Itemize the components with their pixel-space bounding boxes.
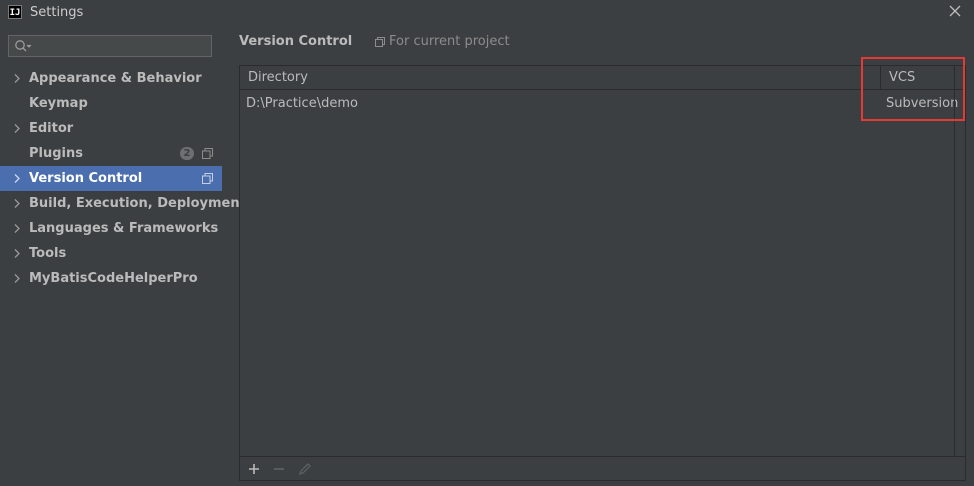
chevron-right-icon[interactable] xyxy=(12,166,22,191)
updates-count-badge: 2 xyxy=(180,147,194,160)
add-button[interactable] xyxy=(246,461,262,477)
sidebar-item-version-control[interactable]: Version Control xyxy=(0,166,222,191)
edit-button[interactable] xyxy=(297,461,313,477)
chevron-right-icon[interactable] xyxy=(12,191,22,216)
settings-sidebar: Appearance & Behavior Keymap Editor Plug… xyxy=(0,24,246,486)
search-field[interactable] xyxy=(8,35,212,57)
vcs-mappings-table: Directory VCS D:\Practice\demo Subversio… xyxy=(239,65,966,481)
sidebar-item-plugins[interactable]: Plugins 2 xyxy=(0,141,222,166)
page-title: Version Control xyxy=(239,34,353,49)
header-divider xyxy=(954,66,955,89)
chevron-right-icon[interactable] xyxy=(12,116,22,141)
chevron-right-icon[interactable] xyxy=(12,66,22,91)
sidebar-item-label: Languages & Frameworks xyxy=(29,221,219,236)
sidebar-item-label: MyBatisCodeHelperPro xyxy=(29,271,198,286)
remove-icon xyxy=(274,468,284,470)
edit-icon xyxy=(299,463,311,475)
column-divider xyxy=(954,90,955,456)
search-icon xyxy=(15,40,32,52)
sidebar-item-appearance-behavior[interactable]: Appearance & Behavior xyxy=(0,66,222,91)
close-button[interactable] xyxy=(946,2,964,20)
chevron-right-icon[interactable] xyxy=(12,216,22,241)
sidebar-item-keymap[interactable]: Keymap xyxy=(0,91,222,116)
close-icon xyxy=(949,5,961,17)
chevron-right-icon[interactable] xyxy=(12,241,22,266)
sidebar-item-label: Keymap xyxy=(29,96,88,111)
sidebar-item-label: Plugins xyxy=(29,146,83,161)
scope-indicator: For current project xyxy=(375,34,510,49)
app-icon-text: IJ xyxy=(9,8,21,18)
sidebar-item-tools[interactable]: Tools xyxy=(0,241,222,266)
sidebar-item-languages-frameworks[interactable]: Languages & Frameworks xyxy=(0,216,222,241)
title-bar: IJ Settings xyxy=(0,0,974,24)
column-header-vcs[interactable]: VCS xyxy=(880,66,954,89)
main-panel: Version Control For current project Dire… xyxy=(222,24,974,486)
remove-button[interactable] xyxy=(271,461,287,477)
sidebar-item-label: Build, Execution, Deployment xyxy=(29,196,246,211)
project-scope-icon xyxy=(202,173,213,184)
table-row[interactable]: D:\Practice\demo Subversion xyxy=(240,91,958,117)
sidebar-item-label: Tools xyxy=(29,246,67,261)
intellij-app-icon: IJ xyxy=(8,5,22,19)
project-scope-icon xyxy=(375,36,385,47)
sidebar-item-label: Version Control xyxy=(29,171,143,186)
sidebar-item-label: Editor xyxy=(29,121,74,136)
window-title: Settings xyxy=(30,4,84,20)
scope-label: For current project xyxy=(389,34,510,49)
table-header: Directory VCS xyxy=(240,66,965,90)
settings-nav: Appearance & Behavior Keymap Editor Plug… xyxy=(0,66,246,291)
table-toolbar xyxy=(240,456,965,480)
column-header-directory[interactable]: Directory xyxy=(248,66,308,89)
sidebar-item-label: Appearance & Behavior xyxy=(29,71,202,86)
vcs-cell[interactable]: Subversion xyxy=(886,91,958,117)
sidebar-item-editor[interactable]: Editor xyxy=(0,116,222,141)
sidebar-item-mybatiscodehelperpro[interactable]: MyBatisCodeHelperPro xyxy=(0,266,222,291)
add-icon xyxy=(249,464,259,474)
sidebar-item-build-execution-deployment[interactable]: Build, Execution, Deployment xyxy=(0,191,246,216)
directory-cell[interactable]: D:\Practice\demo xyxy=(246,91,358,117)
search-input[interactable] xyxy=(35,36,205,56)
project-scope-icon xyxy=(202,148,213,159)
chevron-right-icon[interactable] xyxy=(12,266,22,291)
